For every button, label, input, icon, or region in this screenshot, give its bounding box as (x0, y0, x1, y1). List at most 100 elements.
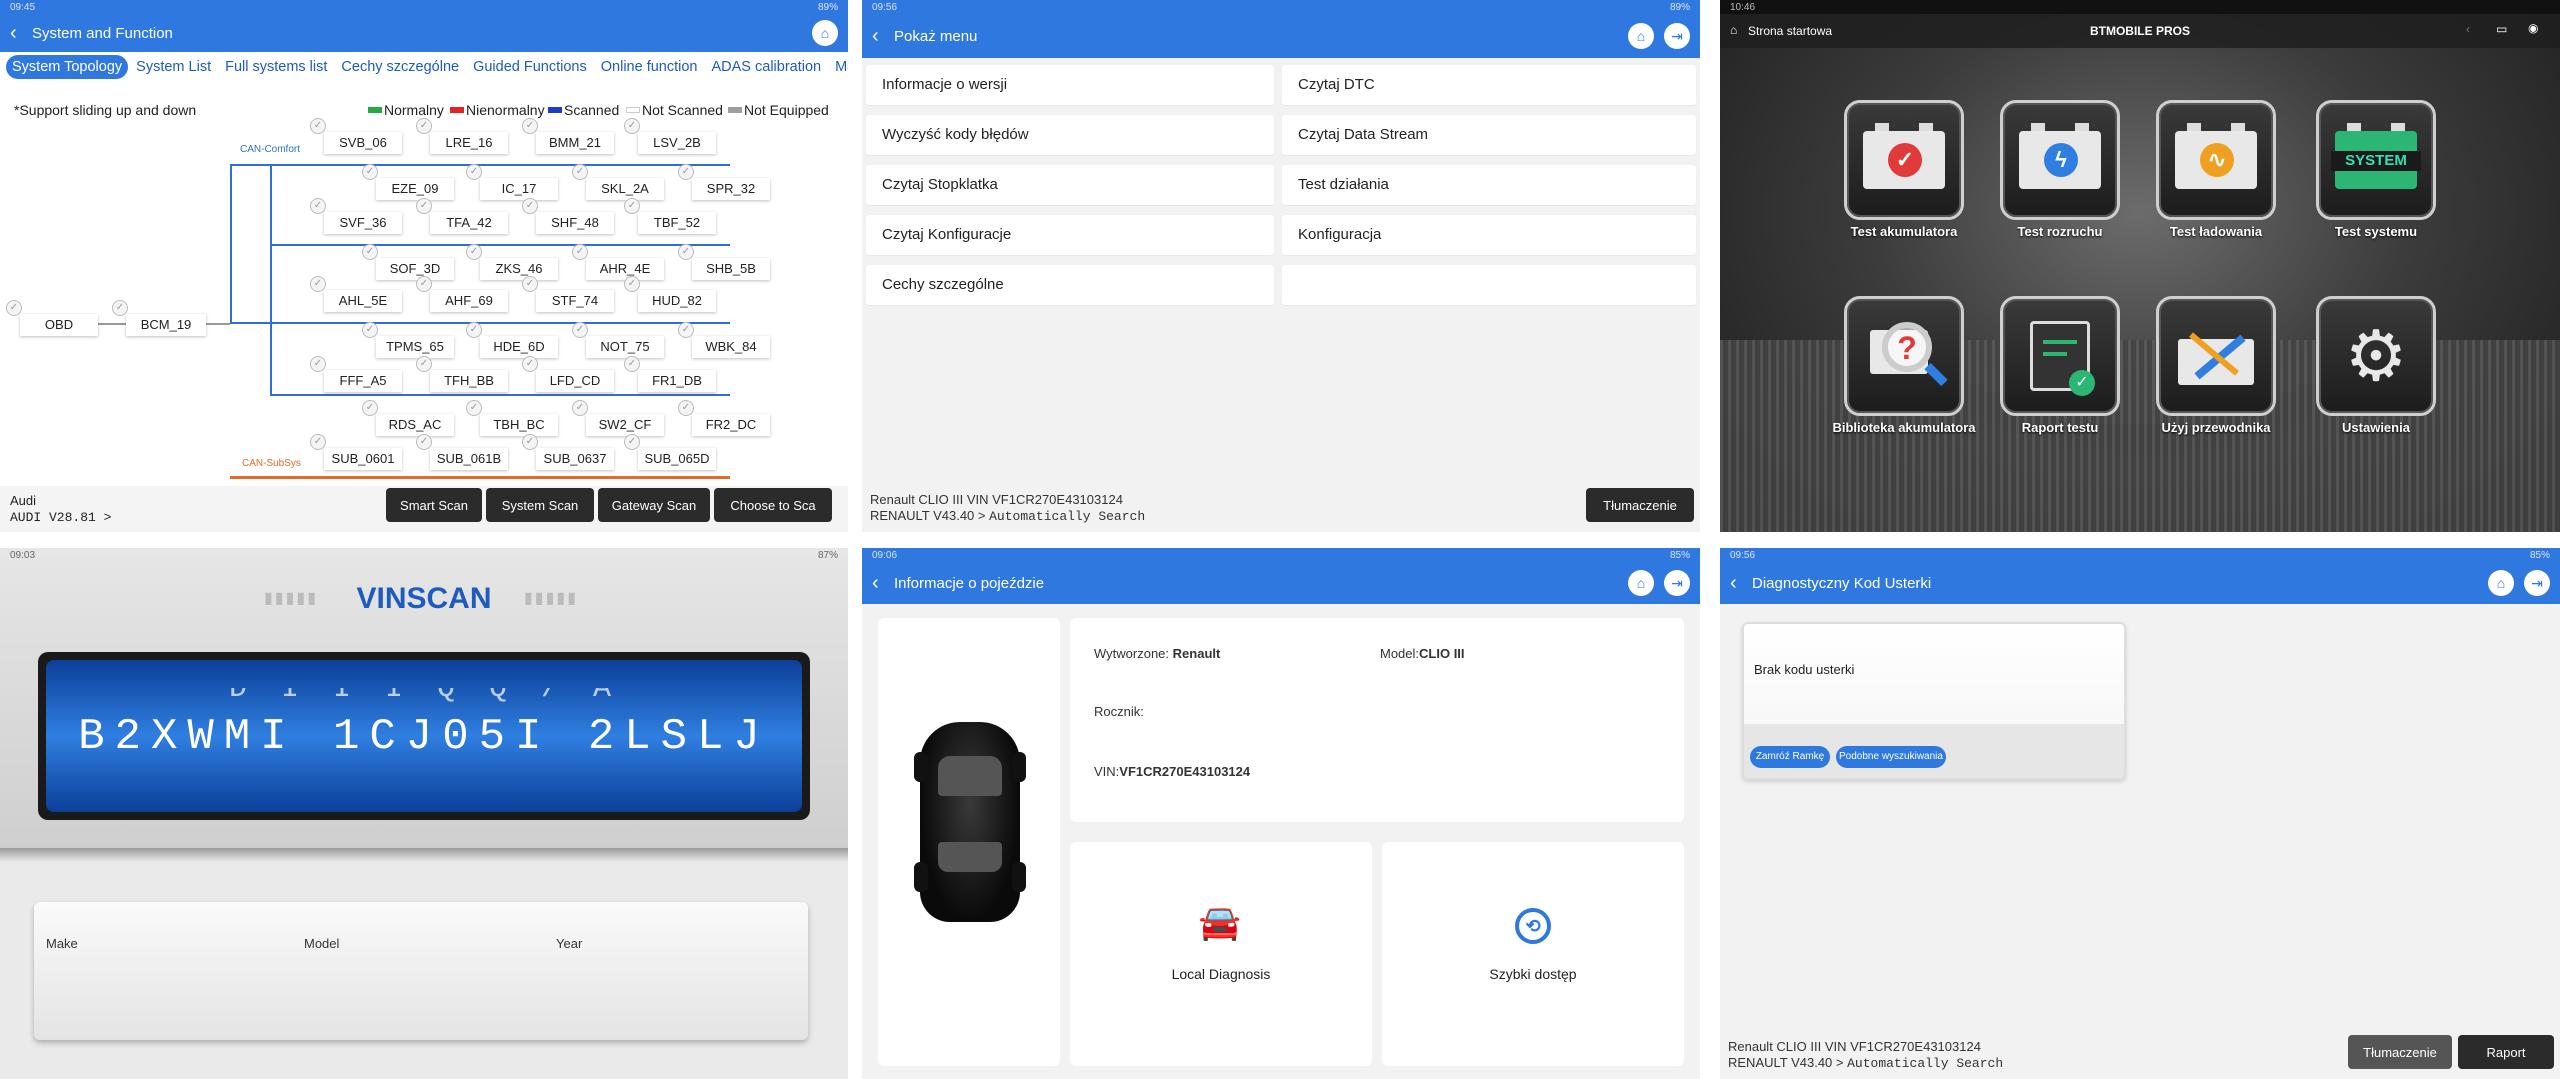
node-ecu[interactable]: ✓ SUB_0637 (522, 434, 614, 470)
crank-test-tile[interactable]: ϟ (2000, 100, 2120, 220)
menu-item-action-test[interactable]: Test działania (1282, 165, 1696, 205)
back-arrow-icon[interactable]: ‹ (1730, 573, 1752, 593)
charge-test-tile[interactable]: ∿ (2156, 100, 2276, 220)
home-icon[interactable]: ⌂ (1628, 570, 1654, 596)
back-arrow-icon[interactable]: ‹ (872, 573, 894, 593)
year-field[interactable]: Year (556, 936, 582, 951)
battery-library-tile[interactable]: ? (1844, 296, 1964, 416)
node-ecu[interactable]: ✓ LRE_16 (416, 118, 508, 154)
smart-scan-button[interactable]: Smart Scan (386, 488, 482, 522)
node-ecu[interactable]: ✓ TFA_42 (416, 198, 508, 234)
node-ecu[interactable]: ✓ LFD_CD (522, 356, 614, 392)
node-ecu[interactable]: ✓ TPMS_65 (362, 322, 454, 358)
node-ecu[interactable]: ✓ AHF_69 (416, 276, 508, 312)
node-ecu[interactable]: ✓ SHF_48 (522, 198, 614, 234)
exit-icon[interactable]: ⇥ (2524, 570, 2550, 596)
choose-to-scan-button[interactable]: Choose to Sca (714, 488, 832, 522)
report-button[interactable]: Raport (2458, 1035, 2554, 1069)
node-ecu[interactable]: ✓ AHL_5E (310, 276, 402, 312)
menu-item-data-stream[interactable]: Czytaj Data Stream (1282, 115, 1696, 155)
node-ecu[interactable]: ✓ TFH_BB (416, 356, 508, 392)
back-arrow-icon[interactable]: ‹ (872, 26, 894, 46)
left-arrow-icon[interactable]: ‹ (2466, 22, 2470, 36)
system-test-tile[interactable]: SYSTEM (2316, 100, 2436, 220)
year-label: Rocznik: (1094, 704, 1144, 719)
node-obd[interactable]: ✓ OBD (6, 300, 98, 336)
node-ecu[interactable]: ✓ SPR_32 (678, 164, 770, 200)
node-ecu[interactable]: ✓ ZKS_46 (466, 244, 558, 280)
back-arrow-icon[interactable]: ‹ (10, 23, 32, 43)
node-ecu[interactable]: ✓ SVB_06 (310, 118, 402, 154)
node-ecu[interactable]: ✓ IC_17 (466, 164, 558, 200)
status-time: 09:45 (10, 2, 36, 13)
similar-search-button[interactable]: Podobne wyszukiwania (1836, 746, 1946, 768)
translate-button[interactable]: Tłumaczenie (1586, 488, 1694, 522)
node-ecu[interactable]: ✓ STF_74 (522, 276, 614, 312)
menu-item-special-features[interactable]: Cechy szczególne (866, 265, 1274, 305)
topology-diagram[interactable]: CAN-Comfort CAN-SubSys ✓ OBD ✓ BCM_19 ✓ SVB… (0, 118, 848, 482)
home-icon[interactable]: ⌂ (1628, 23, 1654, 49)
settings-tile[interactable]: ⚙ (2316, 296, 2436, 416)
node-bcm[interactable]: ✓ BCM_19 (112, 300, 206, 336)
node-ecu[interactable]: ✓ AHR_4E (572, 244, 664, 280)
node-ecu[interactable]: ✓ SKL_2A (572, 164, 664, 200)
tab-system-topology[interactable]: System Topology (6, 55, 129, 79)
dtc-footer: Renault CLIO III VIN VF1CR270E43103124 R… (1720, 1033, 2560, 1079)
node-ecu[interactable]: ✓ FR2_DC (678, 400, 770, 436)
software-version[interactable]: AUDI V28.81 > (10, 509, 111, 526)
home-icon[interactable]: ⌂ (2488, 570, 2514, 596)
model-field[interactable]: Model (304, 936, 339, 951)
node-ecu[interactable]: ✓ SUB_061B (416, 434, 508, 470)
version-prefix[interactable]: RENAULT V43.40 > (1728, 1055, 1847, 1070)
menu-item-clear-codes[interactable]: Wyczyść kody błędów (866, 115, 1274, 155)
translate-button[interactable]: Tłumaczenie (2348, 1035, 2452, 1069)
node-ecu[interactable]: ✓ WBK_84 (678, 322, 770, 358)
system-scan-button[interactable]: System Scan (486, 488, 594, 522)
node-ecu[interactable]: ✓ SVF_36 (310, 198, 402, 234)
battery-test-tile[interactable]: ✓ (1844, 100, 1964, 220)
vin-display[interactable]: D I I I Q Q / A B2XWMI 1CJ05I 2LSLJ (46, 660, 802, 812)
quick-access-card[interactable]: ⟲ Szybki dostęp (1382, 842, 1684, 1066)
tab-system-list[interactable]: System List (130, 55, 217, 79)
node-ecu[interactable]: ✓ SW2_CF (572, 400, 664, 436)
tab-main[interactable]: Main (829, 55, 848, 79)
menu-item-freeze-frame[interactable]: Czytaj Stopklatka (866, 165, 1274, 205)
node-ecu[interactable]: ✓ SOF_3D (362, 244, 454, 280)
user-icon[interactable]: ◉ (2528, 21, 2538, 35)
tab-online-function[interactable]: Online function (595, 55, 704, 79)
node-ecu[interactable]: ✓ TBH_BC (466, 400, 558, 436)
node-ecu[interactable]: ✓ FFF_A5 (310, 356, 402, 392)
menu-item-configuration[interactable]: Konfiguracja (1282, 215, 1696, 255)
tab-guided-functions[interactable]: Guided Functions (467, 55, 593, 79)
exit-icon[interactable]: ⇥ (1664, 23, 1690, 49)
node-ecu[interactable]: ✓ BMM_21 (522, 118, 614, 154)
node-ecu[interactable]: ✓ LSV_2B (624, 118, 716, 154)
tab-special-features[interactable]: Cechy szczególne (335, 55, 465, 79)
exit-icon[interactable]: ⇥ (1664, 570, 1690, 596)
node-ecu[interactable]: ✓ RDS_AC (362, 400, 454, 436)
node-ecu[interactable]: ✓ HUD_82 (624, 276, 716, 312)
no-code-text: Brak kodu usterki (1754, 662, 1855, 677)
freeze-frame-button[interactable]: Zamróź Ramkę (1750, 746, 1830, 768)
node-ecu[interactable]: ✓ SHB_5B (678, 244, 770, 280)
test-report-tile[interactable]: ✓ (2000, 296, 2120, 416)
menu-item-read-config[interactable]: Czytaj Konfiguracje (866, 215, 1274, 255)
node-ecu[interactable]: ✓ HDE_6D (466, 322, 558, 358)
menu-item-read-dtc[interactable]: Czytaj DTC (1282, 65, 1696, 105)
menu-item-version-info[interactable]: Informacje o wersji (866, 65, 1274, 105)
node-ecu[interactable]: ✓ TBF_52 (624, 198, 716, 234)
node-ecu[interactable]: ✓ EZE_09 (362, 164, 454, 200)
tab-adas-calibration[interactable]: ADAS calibration (705, 55, 827, 79)
local-diagnosis-card[interactable]: 🚘 Local Diagnosis (1070, 842, 1372, 1066)
version-prefix[interactable]: RENAULT V43.40 > (870, 508, 989, 523)
gateway-scan-button[interactable]: Gateway Scan (598, 488, 710, 522)
guide-tile[interactable] (2156, 296, 2276, 416)
tab-full-systems-list[interactable]: Full systems list (219, 55, 333, 79)
node-ecu[interactable]: ✓ NOT_75 (572, 322, 664, 358)
node-ecu[interactable]: ✓ FR1_DB (624, 356, 716, 392)
node-ecu[interactable]: ✓ SUB_065D (624, 434, 716, 470)
make-field[interactable]: Make (46, 936, 78, 951)
home-icon[interactable]: ⌂ (812, 20, 838, 46)
message-icon[interactable]: ▭ (2496, 22, 2507, 36)
node-ecu[interactable]: ✓ SUB_0601 (310, 434, 402, 470)
